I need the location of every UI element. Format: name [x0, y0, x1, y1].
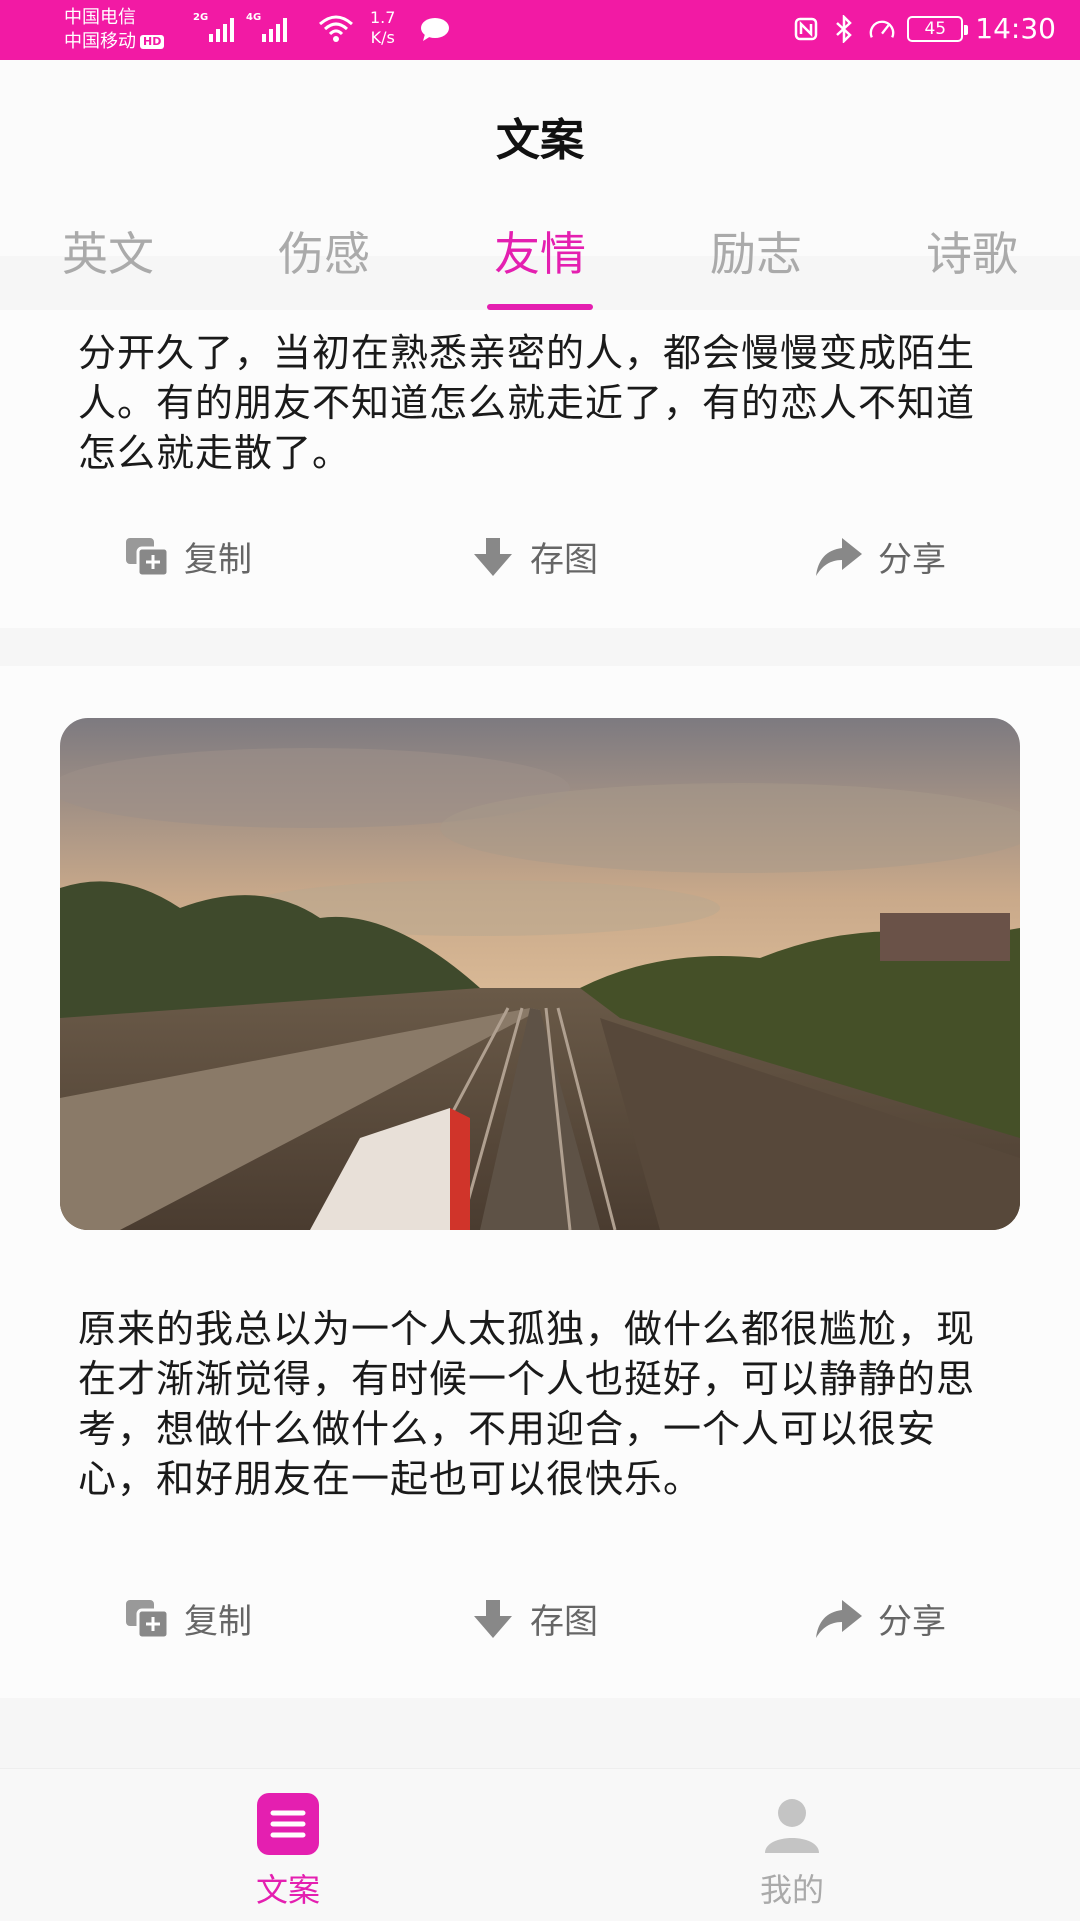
card-actions: 复制 存图 分享 — [0, 1594, 1080, 1654]
copy-label: 复制 — [184, 1602, 252, 1642]
save-image-label: 存图 — [530, 540, 598, 580]
share-arrow-icon — [816, 1599, 862, 1638]
tab-friendship[interactable]: 友情 — [450, 218, 630, 284]
nav-item-profile[interactable]: 我的 — [712, 1793, 872, 1911]
network-speed: 1.7 K/s — [370, 8, 395, 48]
network-speed-value: 1.7 — [370, 8, 396, 27]
status-bar: 中国电信 中国移动 HD 2G 4G 1.7 K/s 45 14:30 — [0, 0, 1080, 60]
carrier-1: 中国电信 — [64, 7, 136, 28]
battery-indicator: 45 — [907, 15, 969, 42]
copy-icon — [126, 1599, 170, 1639]
tab-poetry[interactable]: 诗歌 — [882, 218, 1062, 284]
share-button[interactable]: 分享 — [814, 1594, 946, 1643]
clock: 14:30 — [975, 12, 1056, 45]
copy-icon — [126, 537, 170, 577]
nfc-icon — [793, 15, 819, 43]
page-title: 文案 — [496, 115, 584, 166]
nav-label-profile: 我的 — [759, 1871, 824, 1909]
sim2-network-tag: 4G — [246, 12, 262, 23]
speedometer-icon — [869, 15, 895, 43]
quote-card: 原来的我总以为一个人太孤独，做什么都很尴尬，现在才渐渐觉得，有时候一个人也挺好，… — [0, 666, 1080, 1698]
quote-text: 原来的我总以为一个人太孤独，做什么都很尴尬，现在才渐渐觉得，有时候一个人也挺好，… — [78, 1307, 976, 1501]
share-label: 分享 — [878, 540, 946, 580]
railway-at-sunset-photo — [60, 718, 1020, 1230]
share-button[interactable]: 分享 — [814, 532, 946, 581]
share-label: 分享 — [878, 1602, 946, 1642]
tab-english[interactable]: 英文 — [18, 218, 198, 284]
wifi-icon — [319, 15, 353, 42]
user-profile-icon — [765, 1799, 819, 1853]
copy-button[interactable]: 复制 — [124, 532, 252, 581]
signal-indicators: 2G 4G — [193, 12, 287, 42]
save-image-button[interactable]: 存图 — [470, 532, 598, 581]
sim1-network-tag: 2G — [193, 12, 209, 23]
nav-item-copywriting[interactable]: 文案 — [208, 1793, 368, 1911]
save-image-button[interactable]: 存图 — [470, 1594, 598, 1643]
bottom-navigation: 文案 我的 — [0, 1768, 1080, 1921]
signal-strength-icon-sim2: 4G — [246, 12, 287, 42]
card-image — [60, 718, 1020, 1230]
copy-button[interactable]: 复制 — [124, 1594, 252, 1643]
copy-label: 复制 — [184, 540, 252, 580]
category-tabs: 英文 伤感 友情 励志 诗歌 — [0, 218, 1080, 294]
tab-sad[interactable]: 伤感 — [234, 218, 414, 284]
save-image-label: 存图 — [530, 1602, 598, 1642]
download-icon — [474, 537, 512, 576]
carrier-info: 中国电信 中国移动 HD — [64, 6, 165, 54]
nav-label-copywriting: 文案 — [255, 1871, 320, 1909]
carrier-2: 中国移动 — [64, 31, 136, 52]
quote-card: 分开久了，当初在熟悉亲密的人，都会慢慢变成陌生人。有的朋友不知道怎么就走近了，有… — [0, 310, 1080, 628]
card-actions: 复制 存图 分享 — [0, 532, 1080, 592]
network-speed-unit: K/s — [370, 28, 395, 47]
download-icon — [474, 1599, 512, 1638]
tab-inspiration[interactable]: 励志 — [666, 218, 846, 284]
signal-strength-icon-sim1: 2G — [193, 12, 234, 42]
hd-badge: HD — [140, 35, 165, 49]
message-notification-icon — [421, 18, 449, 41]
quote-text: 分开久了，当初在熟悉亲密的人，都会慢慢变成陌生人。有的朋友不知道怎么就走近了，有… — [78, 331, 976, 475]
share-arrow-icon — [816, 537, 862, 576]
bluetooth-icon — [831, 14, 857, 43]
battery-level: 45 — [924, 18, 947, 39]
app-header: 文案 英文 伤感 友情 励志 诗歌 — [0, 60, 1080, 281]
document-list-icon — [257, 1793, 319, 1855]
